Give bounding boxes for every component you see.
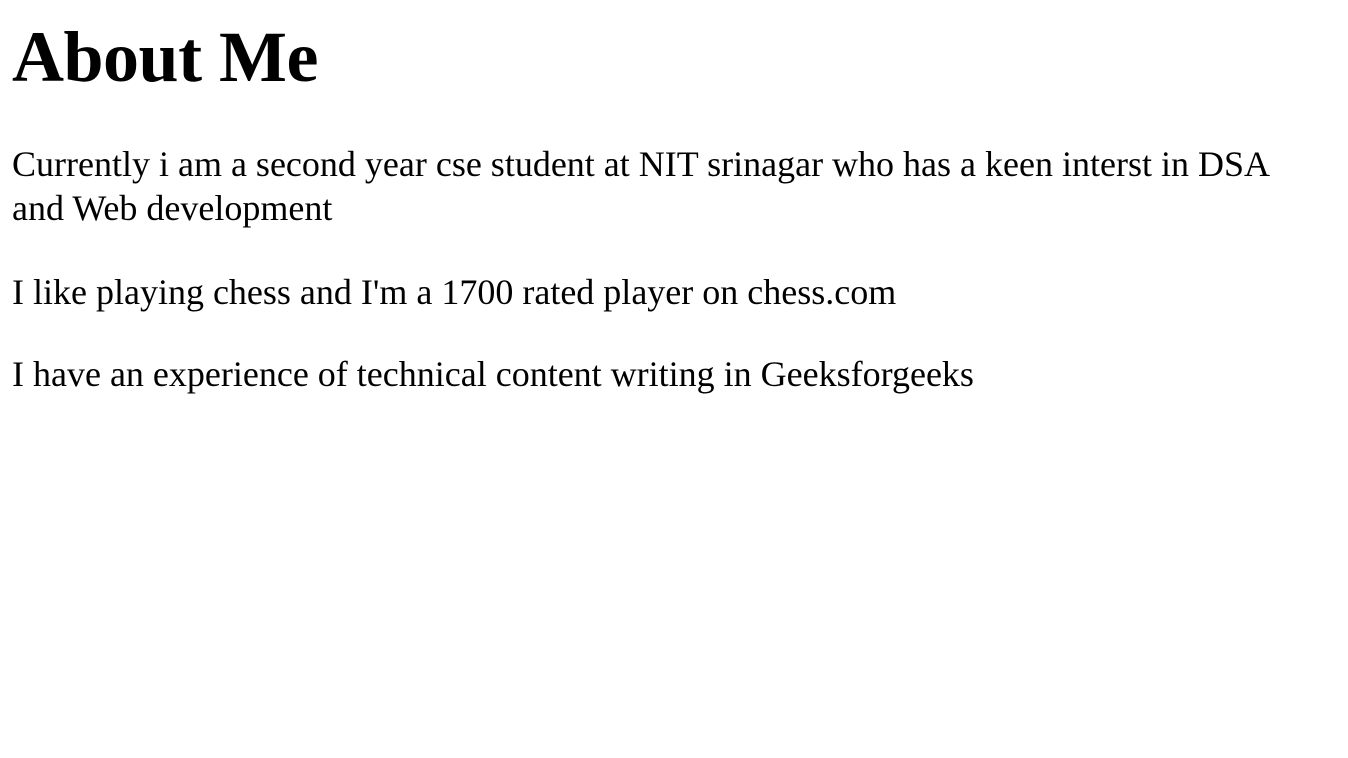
paragraph-education: Currently i am a second year cse student…	[12, 144, 1268, 228]
page-content: About Me Currently i am a second year cs…	[0, 0, 1348, 758]
page-title: About Me	[12, 17, 318, 97]
paragraph-chess: I like playing chess and I'm a 1700 rate…	[12, 272, 897, 312]
paragraph-writing: I have an experience of technical conten…	[12, 354, 974, 394]
